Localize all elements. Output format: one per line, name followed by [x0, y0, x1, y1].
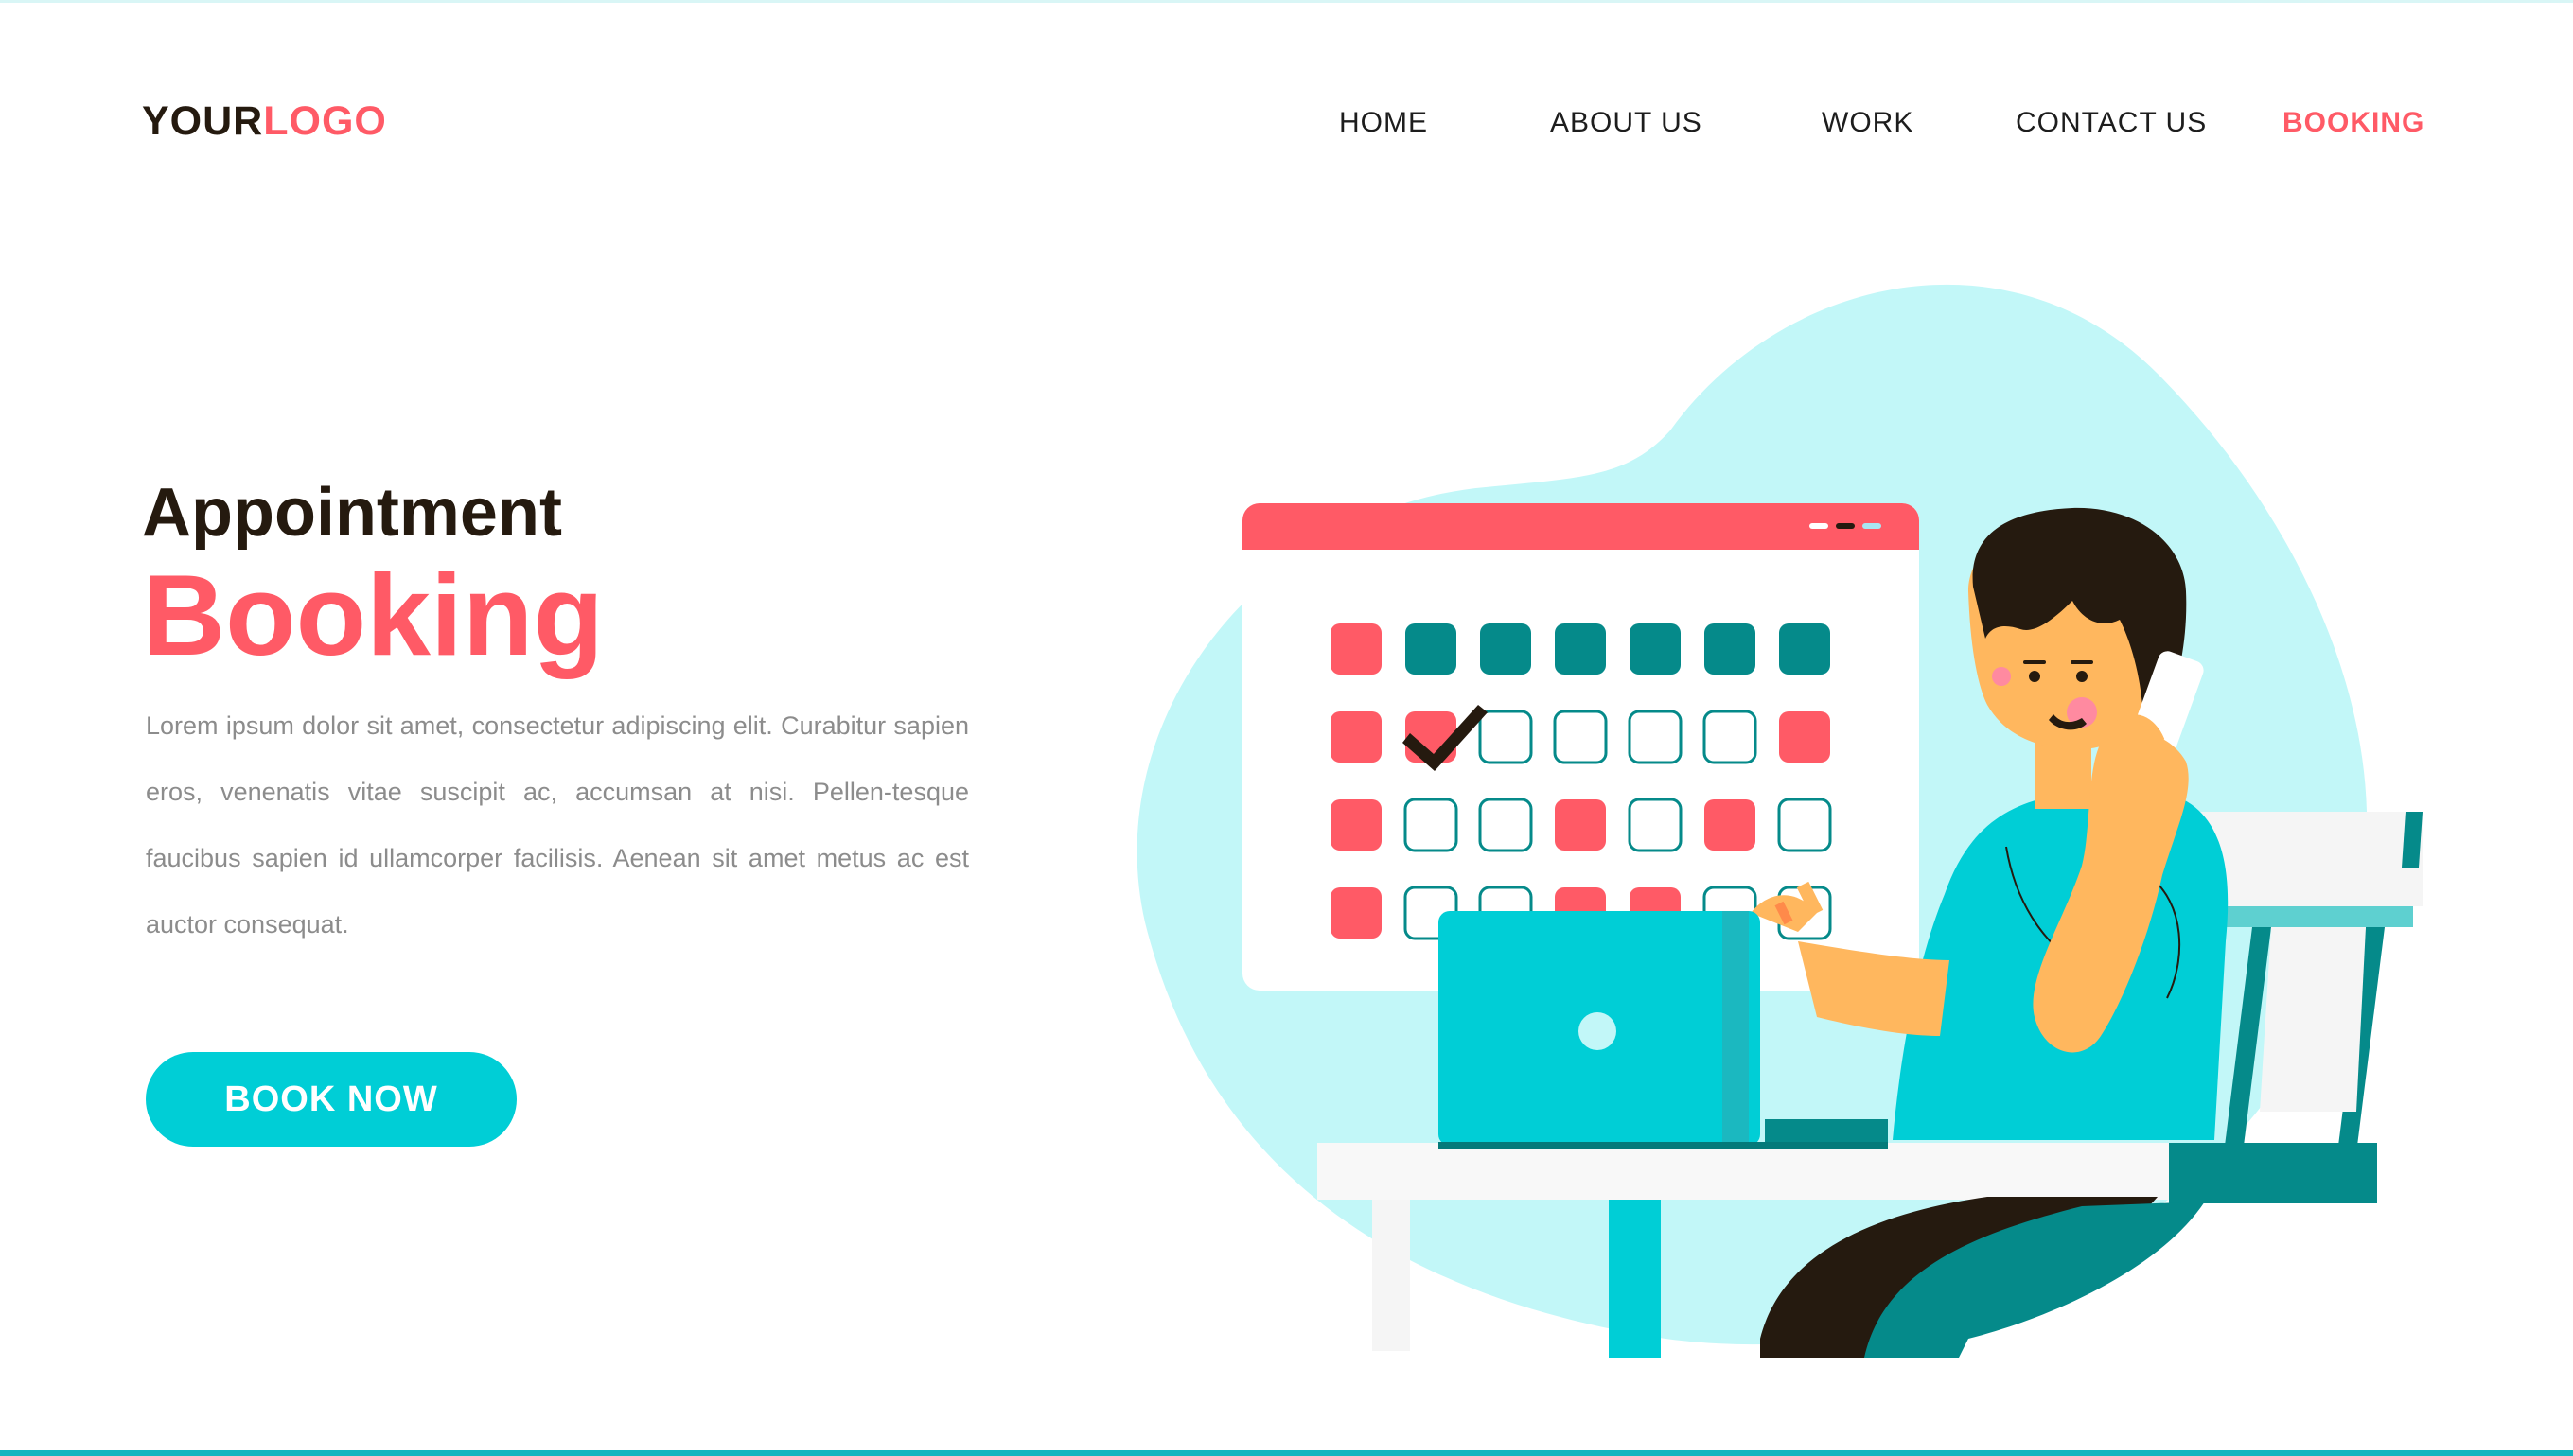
booking-illustration [1137, 284, 2423, 1358]
nav-item-work[interactable]: WORK [1822, 106, 1913, 140]
main-nav: HOME ABOUT US WORK CONTACT US BOOKING [0, 106, 2573, 140]
calendar-day-cell [1704, 799, 1755, 851]
calendar-day-cell [1555, 799, 1606, 851]
nav-item-contact-us[interactable]: CONTACT US [2016, 106, 2207, 140]
hero-title-line2: Booking [142, 551, 604, 679]
calendar-day-cell [1628, 710, 1683, 764]
calendar-day-cell [1331, 799, 1382, 851]
calendar-day-cell [1553, 710, 1608, 764]
calendar-day-cell [1555, 623, 1606, 675]
calendar-day-cell [1331, 887, 1382, 939]
calendar-day-cell [1779, 623, 1830, 675]
calendar-day-cell [1630, 623, 1681, 675]
bottom-border [0, 1450, 2573, 1456]
calendar-day-cell [1478, 710, 1533, 764]
nav-item-about-us[interactable]: ABOUT US [1550, 106, 1702, 140]
calendar-day-cell [1331, 623, 1382, 675]
calendar-day-cell [1702, 710, 1757, 764]
calendar-day-cell [1331, 711, 1382, 763]
hero-description: Lorem ipsum dolor sit amet, consectetur … [146, 711, 969, 939]
nav-item-booking[interactable]: BOOKING [2282, 106, 2424, 140]
calendar-day-cell [1405, 623, 1456, 675]
calendar-day-cell [1779, 711, 1830, 763]
calendar-day-cell [1704, 623, 1755, 675]
nav-item-home[interactable]: HOME [1339, 106, 1428, 140]
book-now-button[interactable]: BOOK NOW [146, 1052, 517, 1147]
calendar-day-cell [1478, 798, 1533, 852]
hero-title-line1: Appointment [142, 475, 562, 551]
calendar-day-cell [1403, 798, 1458, 852]
calendar-day-cell [1628, 798, 1683, 852]
top-border [0, 0, 2573, 3]
calendar-day-cell [1480, 623, 1531, 675]
calendar-day-cell [1777, 798, 1832, 852]
